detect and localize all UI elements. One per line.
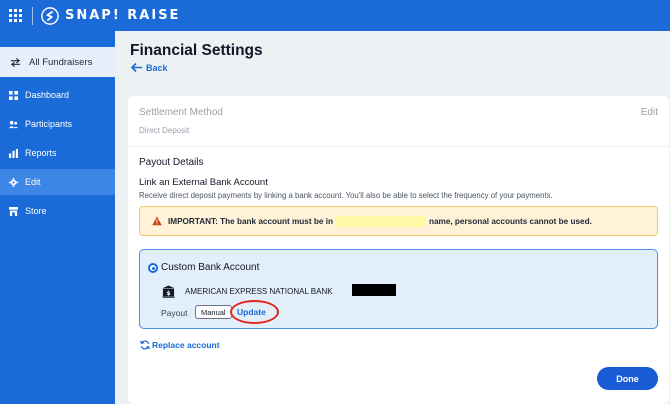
sidebar-item-participants[interactable]: Participants bbox=[0, 111, 115, 137]
svg-text:$: $ bbox=[166, 290, 170, 297]
page-title: Financial Settings bbox=[130, 42, 263, 59]
bank-name: AMERICAN EXPRESS NATIONAL BANK bbox=[185, 287, 333, 296]
settlement-method-label: Settlement Method bbox=[139, 107, 223, 118]
replace-account-label: Replace account bbox=[152, 340, 220, 350]
link-bank-description: Receive direct deposit payments by linki… bbox=[139, 191, 553, 200]
sidebar-item-edit[interactable]: Edit bbox=[0, 169, 115, 195]
warning-text-start: IMPORTANT: The bank account must be in bbox=[168, 216, 333, 226]
back-label: Back bbox=[146, 62, 168, 73]
dashboard-icon bbox=[9, 90, 18, 100]
refresh-icon bbox=[140, 340, 150, 350]
sidebar-item-reports[interactable]: Reports bbox=[0, 140, 115, 166]
participants-icon bbox=[9, 120, 18, 128]
warning-triangle-icon bbox=[152, 216, 162, 226]
sidebar-item-store[interactable]: Store bbox=[0, 198, 115, 224]
arrow-left-icon bbox=[130, 62, 142, 73]
gear-icon bbox=[9, 177, 18, 187]
grid-apps-icon[interactable] bbox=[9, 8, 23, 23]
replace-account-link[interactable]: Replace account bbox=[140, 340, 220, 350]
edit-settlement-link[interactable]: Edit bbox=[641, 107, 658, 118]
done-button[interactable]: Done bbox=[597, 367, 658, 390]
section-divider bbox=[128, 146, 669, 147]
brand-name: SNAP! RAISE bbox=[65, 8, 181, 23]
bar-chart-icon bbox=[9, 148, 18, 158]
brand-logo[interactable]: SNAP! RAISE bbox=[41, 6, 181, 25]
highlight-circle bbox=[230, 300, 279, 324]
payout-mode-badge: Manual bbox=[195, 305, 232, 319]
payout-label: Payout bbox=[161, 308, 188, 318]
store-icon bbox=[9, 206, 18, 216]
custom-bank-account-option[interactable]: Custom Bank Account $ AMERICAN EXPRESS N… bbox=[139, 249, 658, 329]
sidebar: All Fundraisers Dashboard Participants R… bbox=[0, 31, 115, 404]
important-warning-banner: IMPORTANT: The bank account must be in n… bbox=[139, 206, 658, 236]
sidebar-item-label: Store bbox=[25, 206, 47, 216]
redacted-account-number bbox=[352, 284, 396, 296]
sidebar-item-all-fundraisers[interactable]: All Fundraisers bbox=[0, 47, 115, 77]
sidebar-item-label: Edit bbox=[25, 177, 41, 187]
financial-settings-card: Settlement Method Direct Deposit Edit Pa… bbox=[128, 96, 669, 404]
redacted-organization-name bbox=[335, 215, 426, 227]
sidebar-item-dashboard[interactable]: Dashboard bbox=[0, 82, 115, 108]
custom-bank-label: Custom Bank Account bbox=[161, 262, 260, 273]
link-bank-heading: Link an External Bank Account bbox=[139, 177, 268, 188]
topbar-divider bbox=[32, 6, 33, 25]
back-link[interactable]: Back bbox=[130, 62, 168, 73]
sidebar-item-label: Participants bbox=[25, 119, 73, 129]
sidebar-item-label: All Fundraisers bbox=[29, 56, 93, 68]
top-bar: SNAP! RAISE bbox=[0, 0, 670, 31]
snap-raise-logo-icon bbox=[41, 6, 59, 25]
payout-details-heading: Payout Details bbox=[139, 157, 204, 168]
custom-bank-radio[interactable] bbox=[148, 263, 158, 273]
warning-text-end: name, personal accounts cannot be used. bbox=[428, 216, 592, 226]
sidebar-item-label: Dashboard bbox=[25, 90, 70, 100]
settlement-method-value: Direct Deposit bbox=[139, 126, 190, 135]
bank-building-icon: $ bbox=[162, 285, 175, 298]
sidebar-item-label: Reports bbox=[25, 148, 57, 158]
swap-arrows-icon bbox=[10, 57, 21, 67]
